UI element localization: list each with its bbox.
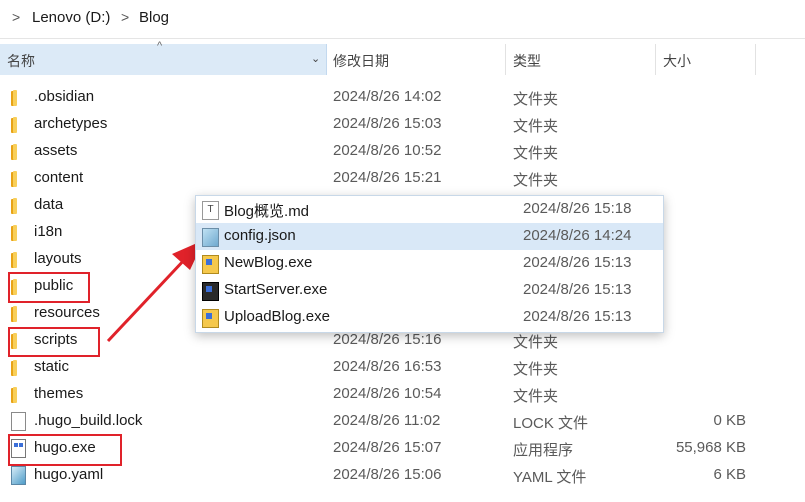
popup-file-row[interactable]: StartServer.exe 2024/8/26 15:13: [196, 277, 663, 304]
exe-icon: [202, 282, 219, 301]
text-file-icon: T: [202, 201, 219, 220]
popup-file-date: 2024/8/26 15:13: [523, 281, 632, 298]
popup-file-row[interactable]: T Blog概览.md 2024/8/26 15:18: [196, 196, 663, 223]
popup-file-row[interactable]: NewBlog.exe 2024/8/26 15:13: [196, 250, 663, 277]
popup-file-name: StartServer.exe: [224, 281, 328, 298]
popup-file-date: 2024/8/26 15:13: [523, 254, 632, 271]
popup-file-name: NewBlog.exe: [224, 254, 313, 271]
popup-file-row[interactable]: UploadBlog.exe 2024/8/26 15:13: [196, 304, 663, 331]
exe-icon: [202, 309, 219, 328]
exe-icon: [202, 255, 219, 274]
popup-file-name: Blog概览.md: [224, 203, 310, 220]
popup-file-name: UploadBlog.exe: [224, 308, 330, 325]
popup-file-row[interactable]: config.json 2024/8/26 14:24: [196, 223, 663, 250]
popup-file-date: 2024/8/26 15:13: [523, 308, 632, 325]
json-file-icon: [202, 228, 219, 247]
popup-file-date: 2024/8/26 15:18: [523, 200, 632, 217]
scripts-folder-popup: T Blog概览.md 2024/8/26 15:18 config.json 2024…: [195, 195, 664, 333]
popup-file-name: config.json: [224, 227, 296, 244]
popup-file-date: 2024/8/26 14:24: [523, 227, 632, 244]
